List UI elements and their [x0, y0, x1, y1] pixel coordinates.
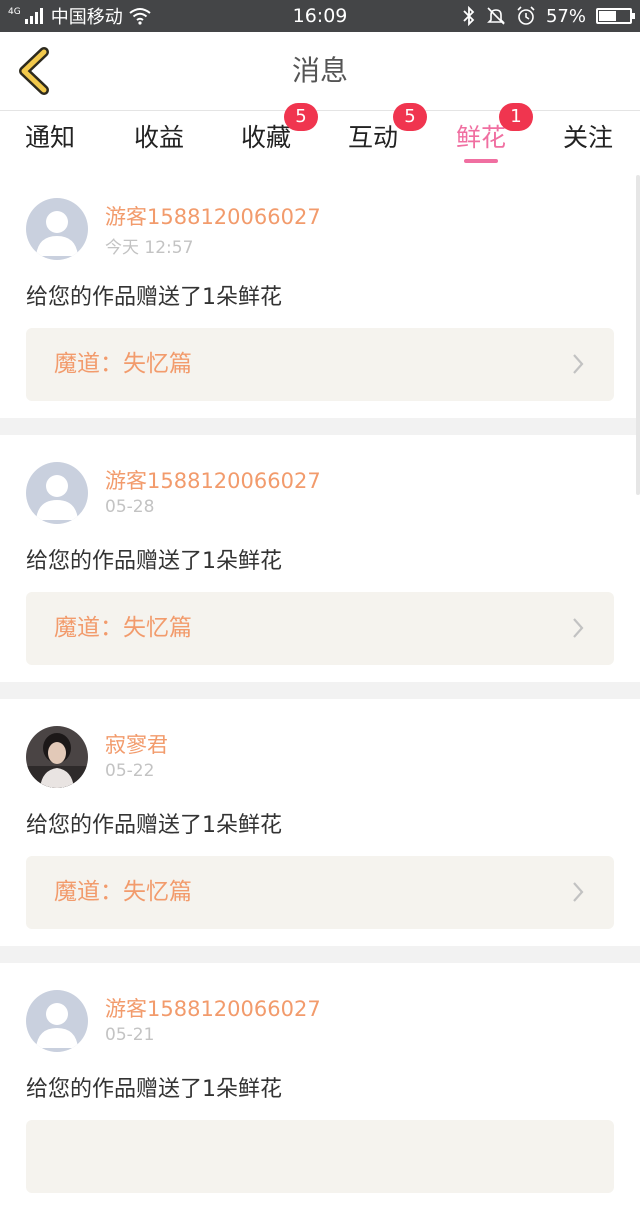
- active-tab-indicator: [464, 159, 498, 163]
- tab-bar: 通知 收益 收藏 5 互动 5 鲜花 1 关注: [0, 103, 640, 171]
- tab-label: 互动: [347, 123, 398, 152]
- work-title: 魔道：失忆篇: [54, 351, 192, 377]
- list-item: 寂寥君 05-22 给您的作品赠送了1朵鲜花 魔道：失忆篇: [0, 699, 640, 946]
- username[interactable]: 游客1588120066027: [105, 465, 321, 495]
- timestamp: 05-21: [105, 1025, 155, 1045]
- timestamp: 05-22: [105, 761, 155, 781]
- username[interactable]: 寂寥君: [105, 729, 168, 759]
- list-item: 游客1588120066027 05-21 给您的作品赠送了1朵鲜花: [0, 963, 640, 1210]
- default-avatar-icon[interactable]: [26, 198, 88, 260]
- default-avatar-icon[interactable]: [26, 990, 88, 1052]
- timestamp: 05-28: [105, 497, 155, 517]
- work-title: 魔道：失忆篇: [54, 615, 192, 641]
- unread-badge: 5: [284, 103, 318, 131]
- list-item: 游客1588120066027 05-28 给您的作品赠送了1朵鲜花 魔道：失忆…: [0, 435, 640, 682]
- message-list[interactable]: 游客1588120066027 今天 12:57 给您的作品赠送了1朵鲜花 魔道…: [0, 171, 640, 1210]
- tab-interaction[interactable]: 互动 5: [323, 103, 427, 171]
- tab-following[interactable]: 关注: [538, 111, 638, 171]
- page-title: 消息: [291, 54, 348, 87]
- alarm-icon: [517, 6, 535, 25]
- divider: [0, 946, 640, 963]
- default-avatar-icon[interactable]: [26, 462, 88, 524]
- message-text: 给您的作品赠送了1朵鲜花: [26, 285, 282, 310]
- chevron-right-icon: [573, 618, 584, 638]
- username[interactable]: 游客1588120066027: [105, 993, 321, 1023]
- back-button[interactable]: [14, 46, 60, 96]
- tab-earnings[interactable]: 收益: [109, 111, 209, 171]
- unread-badge: 1: [499, 103, 533, 131]
- work-link[interactable]: 魔道：失忆篇: [26, 328, 614, 401]
- battery-percent: 57%: [545, 5, 586, 27]
- work-link[interactable]: [26, 1120, 614, 1193]
- list-item: 游客1588120066027 今天 12:57 给您的作品赠送了1朵鲜花 魔道…: [0, 171, 640, 418]
- status-bar: 4G 中国移动 16:09 57%: [0, 0, 640, 32]
- tab-favorites[interactable]: 收藏 5: [216, 103, 318, 171]
- work-title: 魔道：失忆篇: [54, 879, 192, 905]
- chevron-right-icon: [573, 882, 584, 902]
- tab-label: 鲜花: [455, 123, 506, 152]
- mute-icon: [487, 7, 505, 25]
- divider: [0, 682, 640, 699]
- unread-badge: 5: [393, 103, 427, 131]
- user-photo-avatar[interactable]: [26, 726, 88, 788]
- timestamp: 今天 12:57: [105, 238, 194, 258]
- work-link[interactable]: 魔道：失忆篇: [26, 592, 614, 665]
- tab-flowers[interactable]: 鲜花 1: [431, 103, 533, 171]
- battery-icon: [596, 8, 635, 24]
- tab-label: 通知: [24, 123, 75, 152]
- message-text: 给您的作品赠送了1朵鲜花: [26, 813, 282, 838]
- message-text: 给您的作品赠送了1朵鲜花: [26, 549, 282, 574]
- work-link[interactable]: 魔道：失忆篇: [26, 856, 614, 929]
- chevron-right-icon: [573, 354, 584, 374]
- tab-label: 收益: [133, 123, 184, 152]
- tab-label: 关注: [562, 123, 613, 152]
- nav-bar: 消息: [0, 32, 640, 111]
- scrollbar[interactable]: [636, 175, 640, 495]
- tab-label: 收藏: [240, 123, 291, 152]
- divider: [0, 418, 640, 435]
- bluetooth-icon: [463, 6, 475, 26]
- message-text: 给您的作品赠送了1朵鲜花: [26, 1077, 282, 1102]
- tab-notification[interactable]: 通知: [0, 111, 100, 171]
- username[interactable]: 游客1588120066027: [105, 201, 321, 231]
